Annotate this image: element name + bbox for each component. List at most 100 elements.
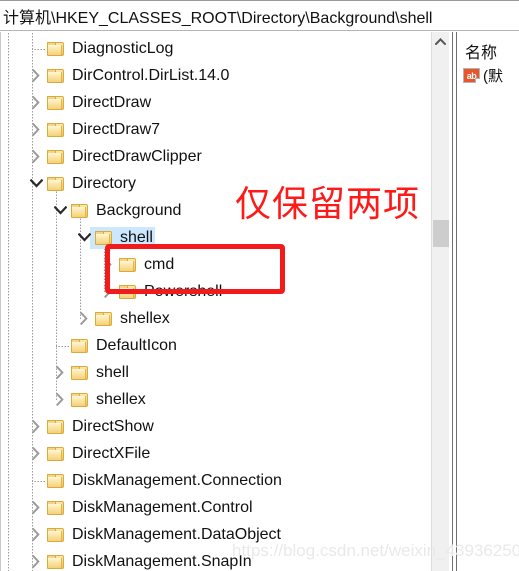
tree-item-diskmanagement-connection[interactable]: DiskManagement.Connection bbox=[0, 467, 431, 494]
address-bar[interactable]: 计算机\HKEY_CLASSES_ROOT\Directory\Backgrou… bbox=[0, 0, 519, 31]
chevron-right-icon bbox=[32, 150, 40, 163]
tree-item-powershell[interactable]: Powershell bbox=[0, 278, 431, 305]
registry-key-tree[interactable]: DiagnosticLog DirControl.DirList.14.0 Dire… bbox=[0, 32, 431, 571]
chevron-up-icon bbox=[435, 37, 446, 45]
tree-item-directdraw7[interactable]: DirectDraw7 bbox=[0, 116, 431, 143]
tree-item-cmd[interactable]: cmd bbox=[0, 251, 431, 278]
folder-icon bbox=[47, 69, 64, 83]
chevron-right-icon bbox=[32, 96, 40, 109]
annotation-note-text: 仅保留两项 bbox=[235, 184, 421, 225]
chevron-right-icon bbox=[32, 123, 40, 136]
scroll-up-button[interactable] bbox=[432, 32, 449, 50]
registry-editor-window: 计算机\HKEY_CLASSES_ROOT\Directory\Backgrou… bbox=[0, 0, 519, 571]
tree-item-label: shellex bbox=[96, 391, 146, 408]
tree-item-label: Background bbox=[96, 202, 182, 219]
chevron-right-icon bbox=[56, 366, 64, 379]
tree-item-directdraw[interactable]: DirectDraw bbox=[0, 89, 431, 116]
tree-item-label: DiskManagement.Connection bbox=[72, 472, 282, 489]
address-bar-path: 计算机\HKEY_CLASSES_ROOT\Directory\Backgrou… bbox=[3, 9, 433, 27]
tree-item-label: DirControl.DirList.14.0 bbox=[72, 67, 230, 84]
splitter-line-left bbox=[452, 32, 453, 571]
chevron-down-icon bbox=[77, 233, 91, 242]
tree-item-shell[interactable]: shell bbox=[0, 224, 431, 251]
tree-expander[interactable] bbox=[28, 62, 44, 89]
chevron-right-icon bbox=[32, 420, 40, 433]
tree-expander[interactable] bbox=[28, 116, 44, 143]
tree-item-dircontrol-dirlist-14-0[interactable]: DirControl.DirList.14.0 bbox=[0, 62, 431, 89]
tree-expander[interactable] bbox=[28, 521, 44, 548]
tree-expander[interactable] bbox=[52, 386, 68, 413]
tree-item-label: DiskManagement.Control bbox=[72, 499, 253, 516]
splitter-line-right bbox=[456, 32, 457, 571]
tree-item-diskmanagement-control[interactable]: DiskManagement.Control bbox=[0, 494, 431, 521]
tree-item-directshow[interactable]: DirectShow bbox=[0, 413, 431, 440]
tree-expander[interactable] bbox=[28, 548, 44, 571]
tree-expander[interactable] bbox=[52, 359, 68, 386]
folder-icon bbox=[47, 447, 64, 461]
folder-icon bbox=[71, 366, 88, 380]
string-value-icon: ab bbox=[463, 68, 480, 83]
folder-icon bbox=[47, 177, 64, 191]
registry-values-pane[interactable]: 名称 ab (默 bbox=[459, 32, 519, 571]
tree-item-diskmanagement-snapin[interactable]: DiskManagement.SnapIn bbox=[0, 548, 431, 571]
tree-item-label: shell bbox=[120, 229, 153, 246]
tree-expander[interactable] bbox=[28, 170, 44, 197]
chevron-right-icon bbox=[104, 285, 112, 298]
tree-item-directdrawclipper[interactable]: DirectDrawClipper bbox=[0, 143, 431, 170]
folder-icon bbox=[71, 204, 88, 218]
tree-expander[interactable] bbox=[28, 440, 44, 467]
tree-expander[interactable] bbox=[28, 89, 44, 116]
tree-item-label: DiskManagement.DataObject bbox=[72, 526, 281, 543]
chevron-right-icon bbox=[104, 258, 112, 271]
tree-expander[interactable] bbox=[28, 143, 44, 170]
folder-icon bbox=[119, 285, 136, 299]
folder-icon bbox=[47, 42, 64, 56]
chevron-right-icon bbox=[80, 312, 88, 325]
folder-icon bbox=[119, 258, 136, 272]
folder-icon bbox=[47, 555, 64, 569]
tree-expander[interactable] bbox=[28, 494, 44, 521]
chevron-right-icon bbox=[56, 393, 64, 406]
folder-icon bbox=[71, 393, 88, 407]
tree-item-label: shellex bbox=[120, 310, 170, 327]
tree-expander[interactable] bbox=[28, 413, 44, 440]
value-list-item[interactable]: ab (默 bbox=[463, 65, 503, 86]
tree-item-shellex[interactable]: shellex bbox=[0, 305, 431, 332]
icon-dogear bbox=[475, 78, 480, 83]
tree-vertical-scrollbar[interactable] bbox=[431, 32, 449, 571]
chevron-right-icon bbox=[32, 528, 40, 541]
folder-icon bbox=[47, 123, 64, 137]
tree-item-label: Powershell bbox=[144, 283, 223, 300]
tree-item-diskmanagement-dataobject[interactable]: DiskManagement.DataObject bbox=[0, 521, 431, 548]
folder-icon bbox=[47, 501, 64, 515]
editor-body: DiagnosticLog DirControl.DirList.14.0 Dire… bbox=[0, 32, 519, 571]
tree-item-label: DiagnosticLog bbox=[72, 40, 174, 57]
tree-expander[interactable] bbox=[100, 251, 116, 278]
folder-icon bbox=[71, 339, 88, 353]
tree-item-label: DirectShow bbox=[72, 418, 154, 435]
tree-expander[interactable] bbox=[76, 224, 92, 251]
chevron-right-icon bbox=[32, 555, 40, 568]
folder-icon bbox=[47, 150, 64, 164]
scrollbar-thumb[interactable] bbox=[433, 220, 449, 247]
folder-icon bbox=[47, 474, 64, 488]
tree-item-shell[interactable]: shell bbox=[0, 359, 431, 386]
tree-item-shellex[interactable]: shellex bbox=[0, 386, 431, 413]
tree-item-label: DirectDraw bbox=[72, 94, 152, 111]
tree-item-label: cmd bbox=[144, 256, 175, 273]
tree-item-label: DefaultIcon bbox=[96, 337, 177, 354]
tree-item-label: Directory bbox=[72, 175, 137, 192]
tree-item-label: DiskManagement.SnapIn bbox=[72, 553, 252, 570]
tree-expander[interactable] bbox=[52, 197, 68, 224]
value-name-label: (默 bbox=[483, 68, 503, 85]
chevron-right-icon bbox=[32, 501, 40, 514]
tree-item-diagnosticlog[interactable]: DiagnosticLog bbox=[0, 35, 431, 62]
folder-icon bbox=[95, 312, 112, 326]
chevron-right-icon bbox=[32, 447, 40, 460]
tree-item-directxfile[interactable]: DirectXFile bbox=[0, 440, 431, 467]
tree-item-label: DirectDraw7 bbox=[72, 121, 161, 138]
tree-expander[interactable] bbox=[100, 278, 116, 305]
tree-item-defaulticon[interactable]: DefaultIcon bbox=[0, 332, 431, 359]
pane-splitter[interactable] bbox=[449, 32, 459, 571]
tree-expander[interactable] bbox=[76, 305, 92, 332]
